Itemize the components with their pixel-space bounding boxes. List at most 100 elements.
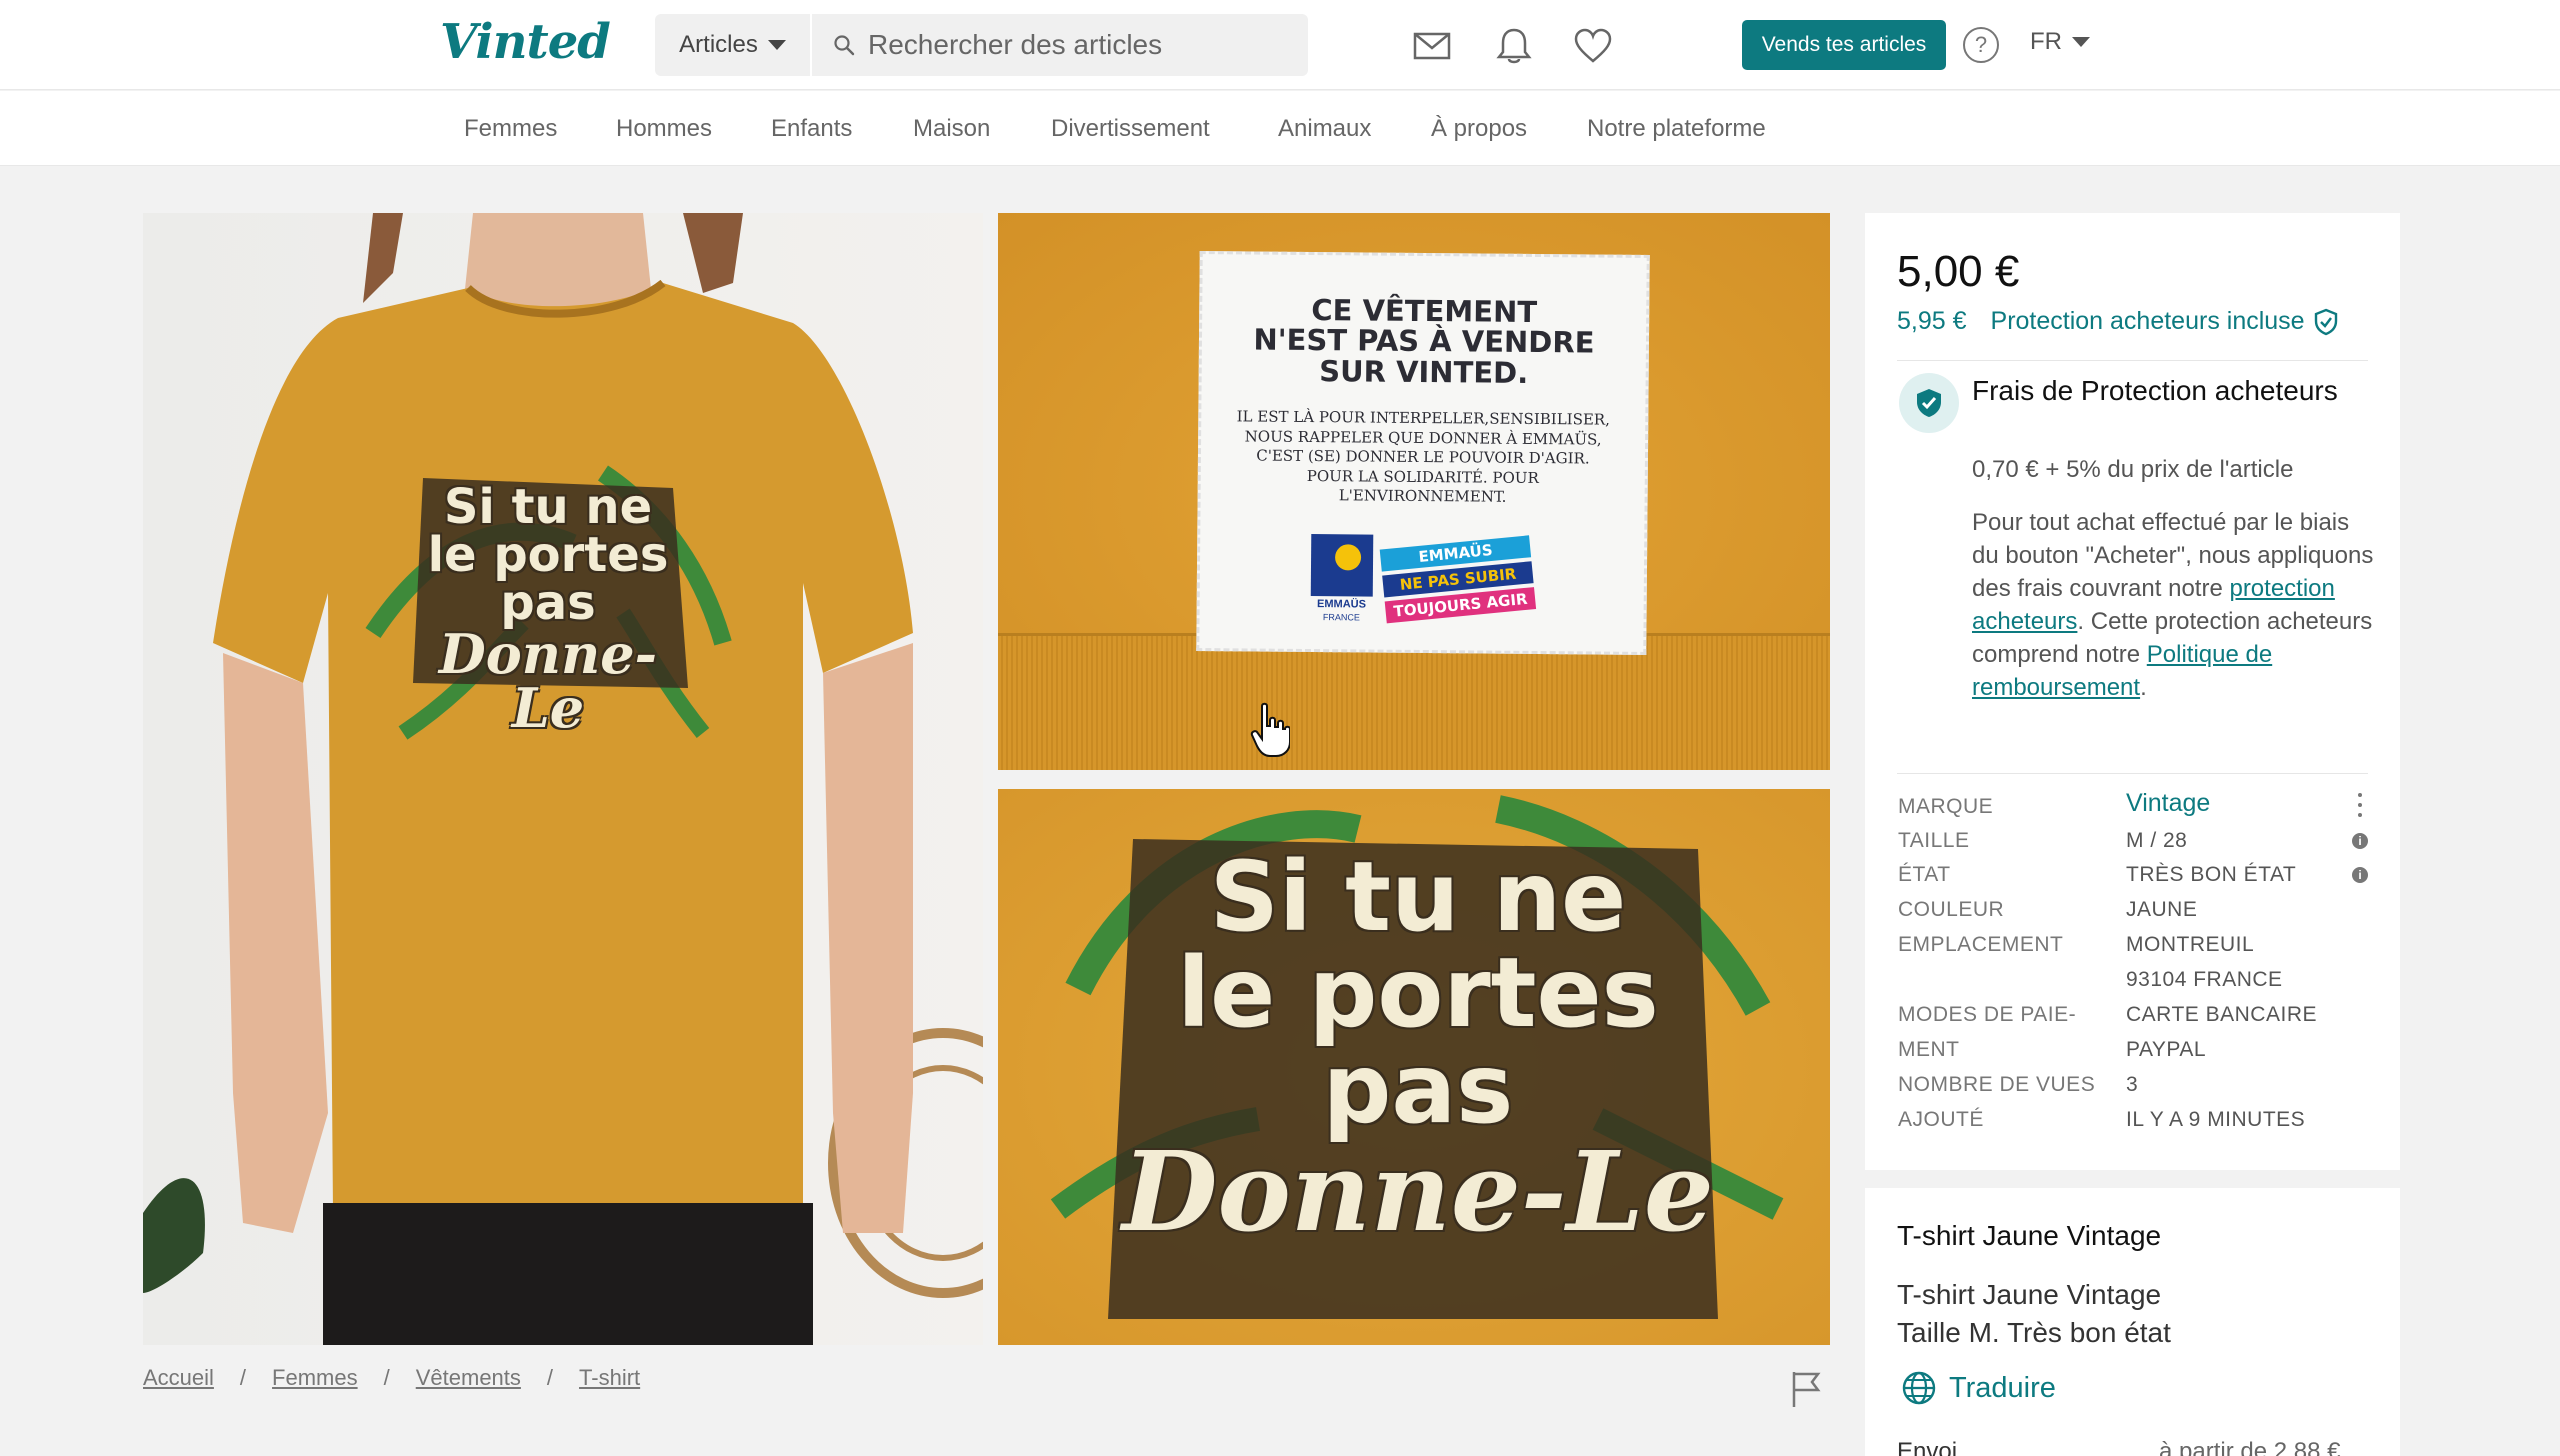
vinted-logo[interactable]: Vinted <box>440 14 611 70</box>
divider <box>1897 773 2368 774</box>
nav-item-notre-plateforme[interactable]: Notre plateforme <box>1587 115 1766 143</box>
breadcrumb-separator: / <box>383 1365 390 1390</box>
product-photo-print[interactable]: Si tu ne le portes pas Donne-Le <box>998 789 1830 1345</box>
breadcrumb-separator: / <box>239 1365 247 1390</box>
protection-shield-icon <box>1899 373 1959 433</box>
detail-key: MODES DE PAIE- <box>1898 1003 2077 1026</box>
search-field[interactable] <box>812 14 1308 76</box>
mail-icon[interactable] <box>1412 26 1452 66</box>
breadcrumb-accueil[interactable]: Accueil <box>143 1365 214 1391</box>
protection-included-label: Protection acheteurs incluse <box>1990 307 2305 335</box>
label-title-line-2: N'EST PAS À VENDRE <box>1253 322 1595 360</box>
detail-key: ÉTAT <box>1898 863 1951 886</box>
nav-item-a-propos[interactable]: À propos <box>1431 115 1527 143</box>
fees-desc-text: . <box>2140 674 2147 701</box>
category-select-label: Articles <box>679 31 758 58</box>
emmaus-logo-sub: FRANCE <box>1322 611 1360 623</box>
product-photo-label[interactable]: CE VÊTEMENT N'EST PAS À VENDRE SUR VINTE… <box>998 213 1830 770</box>
detail-value: PAYPAL <box>2126 1038 2207 1061</box>
detail-value: CARTE BANCAIRE <box>2126 1003 2317 1026</box>
help-icon[interactable]: ? <box>1963 27 1999 63</box>
emmaus-logo-text: EMMAÜS <box>1317 597 1367 611</box>
emmaus-logo: EMMAÜS FRANCE <box>1310 533 1374 623</box>
detail-key: EMPLACEMENT <box>1898 933 2064 956</box>
photo-shirt-drawing <box>143 213 983 1345</box>
divider <box>1897 360 2368 361</box>
price-with-protection[interactable]: 5,95 € Protection acheteurs incluse <box>1897 307 2339 336</box>
bell-icon[interactable] <box>1494 26 1534 66</box>
detail-value: 93104 FRANCE <box>2126 968 2283 991</box>
item-title: T-shirt Jaune Vintage <box>1897 1220 2162 1251</box>
detail-value: MONTREUIL <box>2126 933 2255 956</box>
info-icon[interactable]: i <box>2352 833 2368 849</box>
emmaus-slogan: EMMAÜS NE PAS SUBIR TOUJOURS AGIR <box>1379 535 1537 624</box>
detail-value: IL Y A 9 MINUTES <box>2126 1108 2306 1131</box>
heart-icon[interactable] <box>1573 26 1613 66</box>
nav-item-maison[interactable]: Maison <box>913 115 990 143</box>
fees-title: Frais de Protection acheteurs <box>1972 375 2338 406</box>
chevron-down-icon <box>2072 37 2090 47</box>
breadcrumb: Accueil / Femmes / Vêtements / T-shirt <box>143 1365 640 1391</box>
print-line-4: Donne-Le <box>438 622 658 740</box>
info-icon[interactable]: i <box>2352 867 2368 883</box>
globe-icon <box>1902 1371 1936 1405</box>
item-description-card: T-shirt Jaune Vintage T-shirt Jaune Vint… <box>1865 1188 2400 1456</box>
breadcrumb-vetements[interactable]: Vêtements <box>416 1365 521 1391</box>
breadcrumb-femmes[interactable]: Femmes <box>272 1365 358 1391</box>
nav-item-femmes[interactable]: Femmes <box>464 115 557 143</box>
detail-key: AJOUTÉ <box>1898 1108 1984 1131</box>
translate-button[interactable]: Traduire <box>1901 1370 2056 1406</box>
item-sidebar: 5,00 € 5,95 € Protection acheteurs inclu… <box>1865 213 2400 1456</box>
care-label: CE VÊTEMENT N'EST PAS À VENDRE SUR VINTE… <box>1196 251 1650 655</box>
shirt-ribbing <box>998 633 1830 770</box>
detail-value: M / 28 <box>2126 829 2188 852</box>
breadcrumb-tshirt[interactable]: T-shirt <box>579 1365 640 1391</box>
detail-key: TAILLE <box>1898 829 1970 852</box>
detail-key: NOMBRE DE VUES <box>1898 1073 2096 1096</box>
print-big-line-4: Donne-Le <box>1122 1127 1714 1256</box>
detail-key: COULEUR <box>1898 898 2005 921</box>
price-incl-value: 5,95 € <box>1897 307 1967 335</box>
label-body: IL EST LÀ POUR INTERPELLER,SENSIBILISER,… <box>1229 408 1618 509</box>
label-title: CE VÊTEMENT N'EST PAS À VENDRE SUR VINTE… <box>1230 293 1619 390</box>
detail-key: MARQUE <box>1898 795 1994 818</box>
breadcrumb-separator: / <box>546 1365 554 1390</box>
detail-key: MENT <box>1898 1038 1960 1061</box>
more-options-icon[interactable] <box>2358 793 2364 817</box>
language-select[interactable]: FR <box>2030 28 2090 56</box>
shipping-label: Envoi <box>1897 1438 1958 1456</box>
product-photo-main[interactable]: Si tu ne le portes pas Donne-Le <box>143 213 983 1345</box>
shirt-print-text: Si tu ne le portes pas Donne-Le <box>423 483 673 735</box>
label-title-line-3: SUR VINTED. <box>1319 353 1529 390</box>
report-flag-icon[interactable] <box>1790 1370 1822 1408</box>
fees-description: Pour tout achat effectué par le biais du… <box>1972 506 2382 704</box>
sell-items-button[interactable]: Vends tes articles <box>1742 20 1946 70</box>
hand-cursor-icon <box>1250 702 1290 757</box>
search-icon <box>834 35 855 56</box>
print-line-3: pas <box>500 575 596 631</box>
brand-link[interactable]: Vintage <box>2126 786 2336 821</box>
detail-value: TRÈS BON ÉTAT <box>2126 863 2297 886</box>
shield-icon <box>1917 389 1941 417</box>
nav-item-hommes[interactable]: Hommes <box>616 115 712 143</box>
print-line-2: le portes <box>427 527 669 583</box>
item-desc-line-1: T-shirt Jaune Vintage <box>1897 1279 2162 1310</box>
nav-item-divertissement[interactable]: Divertissement <box>1051 115 1210 143</box>
print-big-line-1: Si tu ne <box>1209 841 1627 953</box>
detail-value: JAUNE <box>2126 898 2198 921</box>
detail-value: 3 <box>2126 1073 2139 1096</box>
category-select[interactable]: Articles <box>655 14 812 76</box>
print-closeup-text: Si tu ne le portes pas Donne-Le <box>1118 849 1718 1247</box>
search-bar: Articles <box>655 14 1308 76</box>
emmaus-logo-mark <box>1310 533 1374 597</box>
fees-subtitle: 0,70 € + 5% du prix de l'article <box>1972 456 2294 483</box>
price-details-card: 5,00 € 5,95 € Protection acheteurs inclu… <box>1865 213 2400 1170</box>
nav-item-enfants[interactable]: Enfants <box>771 115 852 143</box>
top-header: Vinted Articles Vends tes articles ? FR <box>0 0 2560 90</box>
nav-item-animaux[interactable]: Animaux <box>1278 115 1371 143</box>
search-input[interactable] <box>868 29 1308 61</box>
language-label: FR <box>2030 28 2062 55</box>
print-line-1: Si tu ne <box>443 479 653 535</box>
label-logos: EMMAÜS FRANCE EMMAÜS NE PAS SUBIR TOUJOU… <box>1228 533 1617 624</box>
shipping-value: à partir de 2,88 € <box>2159 1438 2341 1456</box>
